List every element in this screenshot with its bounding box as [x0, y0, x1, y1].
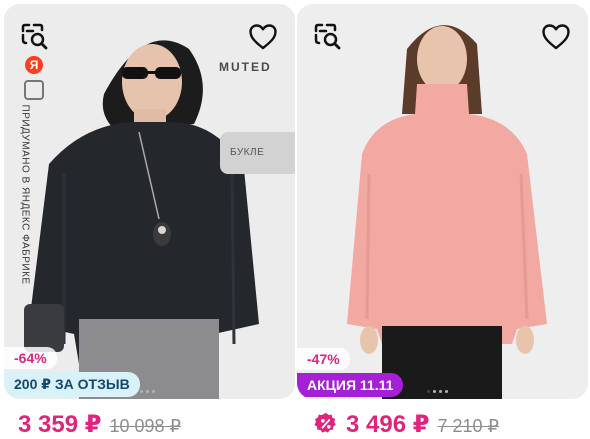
review-bonus-badge[interactable]: 200 ₽ ЗА ОТЗЫВ [4, 372, 140, 397]
texture-label: БУКЛЕ [230, 147, 265, 158]
product-card-2[interactable]: -47% АКЦИЯ 11.11 [297, 4, 588, 399]
brand-logo: MUTED [219, 60, 272, 74]
current-price: 3 359 ₽ [18, 411, 102, 438]
promo-action-badge[interactable]: АКЦИЯ 11.11 [297, 373, 404, 397]
side-label: ПРИДУМАНО В ЯНДЕКС ФАБРИКЕ [19, 104, 31, 285]
image-search-icon[interactable] [20, 22, 50, 52]
current-price: 3 496 ₽ [346, 411, 430, 438]
discount-badge: -47% [297, 348, 350, 370]
yandex-logo-icon: Я [25, 56, 43, 74]
product-card-1[interactable]: БУКЛЕ MUTED Я ПРИДУМАНО В ЯНДЕКС ФАБРИКЕ… [4, 4, 295, 399]
heart-icon[interactable] [248, 22, 278, 52]
product-photo[interactable] [297, 4, 588, 399]
image-search-icon[interactable] [313, 22, 343, 52]
sale-percent-icon [314, 412, 336, 433]
badges: -47% АКЦИЯ 11.11 [297, 348, 404, 397]
yandex-letter: Я [29, 58, 39, 72]
badges: -64% 200 ₽ ЗА ОТЗЫВ [4, 347, 140, 397]
price-row-2: 3 496 ₽ 7 210 ₽ [314, 410, 499, 438]
old-price: 7 210 ₽ [437, 416, 499, 436]
price-row-1: 3 359 ₽ 10 098 ₽ [18, 410, 181, 438]
photo-carousel-indicator [427, 390, 448, 393]
discount-badge: -64% [4, 347, 57, 369]
old-price: 10 098 ₽ [109, 416, 181, 436]
heart-icon[interactable] [541, 22, 571, 52]
yandex-frame-icon [24, 80, 44, 100]
